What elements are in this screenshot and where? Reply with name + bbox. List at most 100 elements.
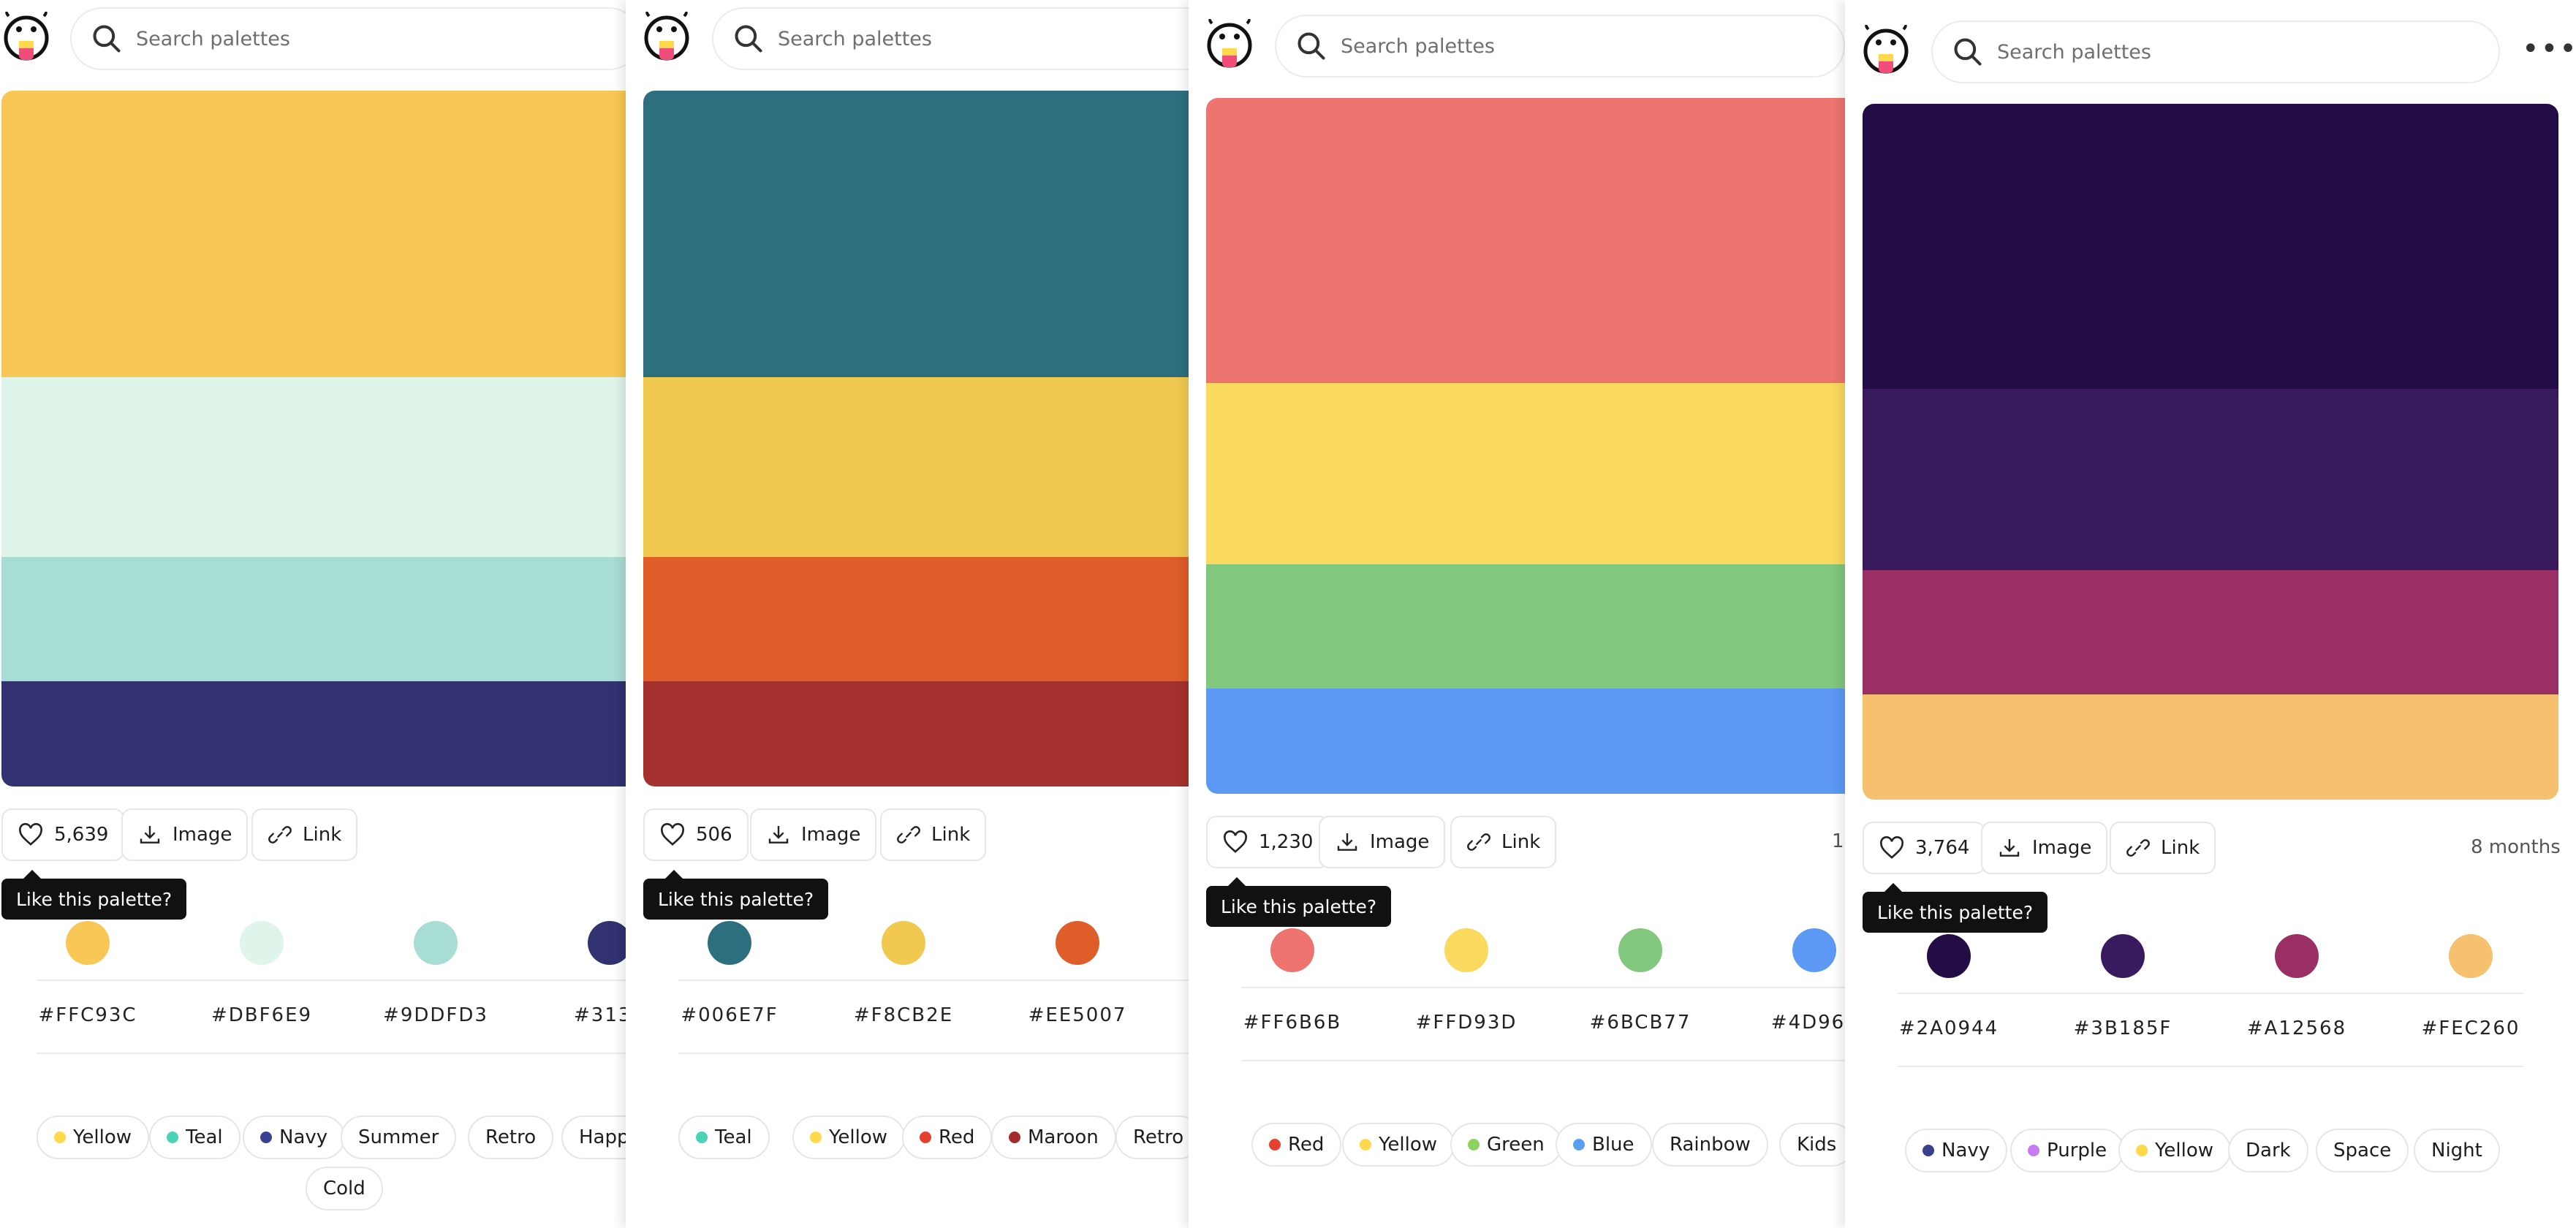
tag-retro[interactable]: Retro [468,1115,554,1159]
download-image-button[interactable]: Image [121,808,249,861]
more-icon[interactable]: ••• [2522,32,2576,66]
copy-link-button[interactable]: Link [2110,822,2216,874]
search-input[interactable] [776,26,1189,51]
color-dot[interactable] [1927,934,1971,978]
copy-link-button[interactable]: Link [251,808,358,861]
color-dot[interactable] [414,921,458,965]
tag-cold[interactable]: Cold [306,1167,383,1210]
app-logo-icon[interactable] [1206,19,1253,72]
app-logo-icon[interactable] [3,12,50,64]
search-bar[interactable] [70,7,626,70]
tag-teal[interactable]: Teal [149,1115,240,1159]
hex-code[interactable]: #FEC260 [2398,1017,2544,1039]
hex-code[interactable]: #FFD93D [1393,1012,1539,1034]
palette-preview[interactable] [1,91,626,787]
palette-swatch[interactable] [1863,570,2558,694]
palette-preview[interactable] [1206,98,1845,794]
tag-blue[interactable]: Blue [1556,1123,1652,1167]
color-dot[interactable] [240,921,284,965]
hex-code[interactable]: #F8CB2E [830,1004,977,1026]
search-bar[interactable] [712,7,1189,70]
copy-link-button[interactable]: Link [880,808,987,861]
like-button[interactable]: 3,764 [1863,822,1986,874]
tag-maroon[interactable]: Maroon [991,1115,1116,1159]
palette-preview[interactable] [643,91,1189,787]
palette-swatch[interactable] [1,377,626,557]
color-dot[interactable] [2101,934,2145,978]
tag-night[interactable]: Night [2414,1129,2500,1172]
color-dot[interactable] [66,921,110,965]
color-dot[interactable] [1056,921,1099,965]
tag-dark[interactable]: Dark [2228,1129,2308,1172]
copy-link-button[interactable]: Link [1450,816,1557,868]
hex-code[interactable]: #3B185F [2050,1017,2196,1039]
palette-swatch[interactable] [1206,564,1845,689]
palette-swatch[interactable] [1206,383,1845,564]
palette-swatch[interactable] [1206,689,1845,794]
like-button[interactable]: 506 [643,808,749,861]
tag-yellow[interactable]: Yellow [2118,1129,2232,1172]
hex-code[interactable]: #FF6B6B [1219,1012,1365,1034]
hex-code[interactable]: #4D96F [1741,1012,1845,1034]
palette-swatch[interactable] [643,681,1189,787]
color-dot[interactable] [1444,928,1488,972]
tag-teal[interactable]: Teal [678,1115,770,1159]
palette-swatch[interactable] [1,91,626,377]
tag-rainbow[interactable]: Rainbow [1652,1123,1768,1167]
palette-swatch[interactable] [1,681,626,787]
palette-preview[interactable] [1863,104,2558,800]
hex-code[interactable]: #FFC93C [15,1004,161,1026]
color-dot[interactable] [1270,928,1314,972]
app-logo-icon[interactable] [643,12,690,64]
tag-purple[interactable]: Purple [2010,1129,2125,1172]
palette-panel-1: 5,639 Image Link Like this palette? #FFC… [0,0,626,1228]
color-dot[interactable] [588,921,626,965]
hex-code[interactable]: #DBF6E9 [189,1004,335,1026]
hex-code[interactable]: #2A0944 [1876,1017,2022,1039]
tag-navy[interactable]: Navy [243,1115,346,1159]
tag-summer[interactable]: Summer [341,1115,457,1159]
tag-red[interactable]: Red [1251,1123,1342,1167]
download-image-button[interactable]: Image [1981,822,2108,874]
tag-navy[interactable]: Navy [1905,1129,2008,1172]
color-dot[interactable] [882,921,925,965]
color-dot[interactable] [708,921,751,965]
tag-yellow[interactable]: Yellow [37,1115,150,1159]
tag-happ[interactable]: Happ [561,1115,626,1159]
palette-swatch[interactable] [1206,98,1845,383]
hex-code[interactable]: #6BCB77 [1567,1012,1713,1034]
palette-swatch[interactable] [643,557,1189,681]
download-image-button[interactable]: Image [1319,816,1446,868]
like-button[interactable]: 1,230 [1206,816,1330,868]
tag-kids[interactable]: Kids [1779,1123,1845,1167]
color-dot[interactable] [1792,928,1836,972]
hex-code[interactable]: #006E7F [656,1004,803,1026]
palette-swatch[interactable] [1863,389,2558,570]
tag-yellow[interactable]: Yellow [792,1115,906,1159]
color-dot[interactable] [2449,934,2493,978]
tag-space[interactable]: Space [2316,1129,2409,1172]
like-button[interactable]: 5,639 [1,808,125,861]
search-bar[interactable] [1275,15,1845,77]
palette-swatch[interactable] [1,557,626,681]
tag-yellow[interactable]: Yellow [1342,1123,1455,1167]
palette-swatch[interactable] [1863,104,2558,389]
search-input[interactable] [1339,34,1796,58]
hex-code[interactable]: #EE5007 [1004,1004,1151,1026]
color-dot[interactable] [1618,928,1662,972]
tag-retro[interactable]: Retro [1115,1115,1189,1159]
hex-code[interactable]: #9DDFD3 [363,1004,509,1026]
search-input[interactable] [135,26,591,51]
palette-swatch[interactable] [1863,694,2558,800]
search-bar[interactable] [1931,20,2500,83]
tag-red[interactable]: Red [902,1115,993,1159]
download-image-button[interactable]: Image [750,808,877,861]
hex-code[interactable]: #3132 [537,1004,626,1026]
color-dot[interactable] [2275,934,2319,978]
hex-code[interactable]: #A12568 [2224,1017,2370,1039]
app-logo-icon[interactable] [1863,25,1909,77]
palette-swatch[interactable] [643,91,1189,377]
search-input[interactable] [1996,39,2452,64]
palette-swatch[interactable] [643,377,1189,557]
tag-green[interactable]: Green [1450,1123,1562,1167]
